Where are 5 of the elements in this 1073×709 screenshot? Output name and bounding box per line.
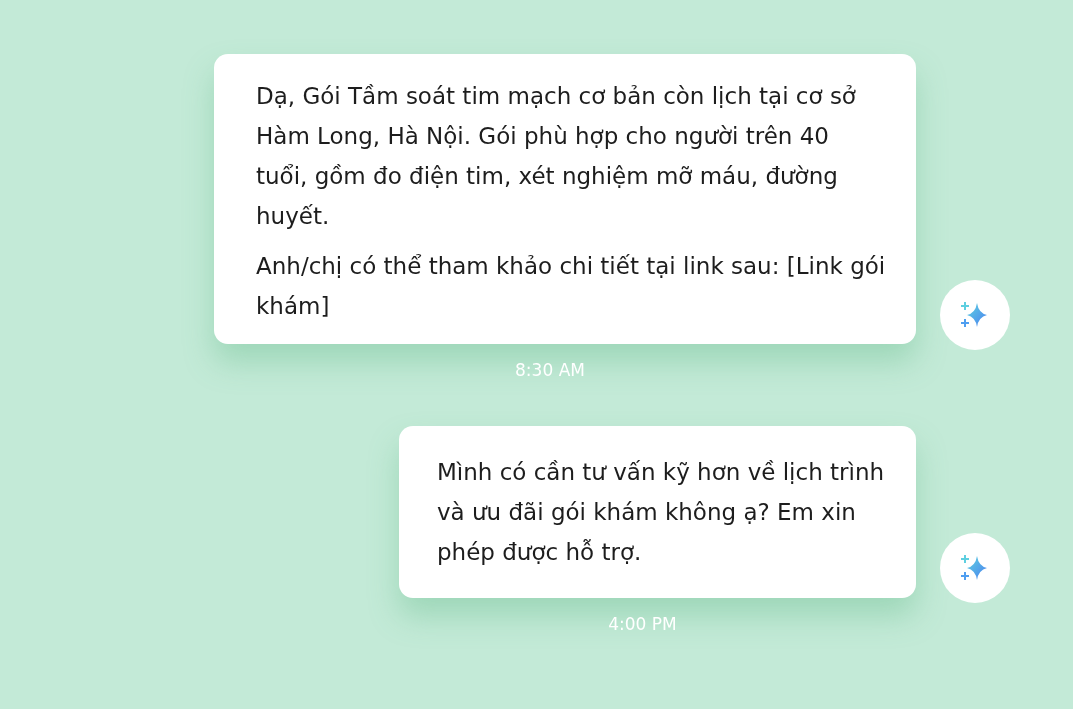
message-text: Dạ, Gói Tầm soát tim mạch cơ bản còn lịch tại cơ sở Hàm Long, Hà Nội. Gói phù hợp cho người trên 40 tuổi, gồm đo điện tim, xét nghiệm mỡ máu, đường huyết. <box>256 82 857 231</box>
message-time: 8:30 AM <box>515 360 585 380</box>
message-text: Anh/chị có thể tham khảo chi tiết tại link sau: [Link gói khám] <box>256 252 886 321</box>
message-text: Mình có cần tư vấn kỹ hơn về lịch trình và ưu đãi gói khám không ạ? Em xin phép được hỗ trợ. <box>437 458 886 567</box>
message-time: 4:00 PM <box>608 614 677 634</box>
